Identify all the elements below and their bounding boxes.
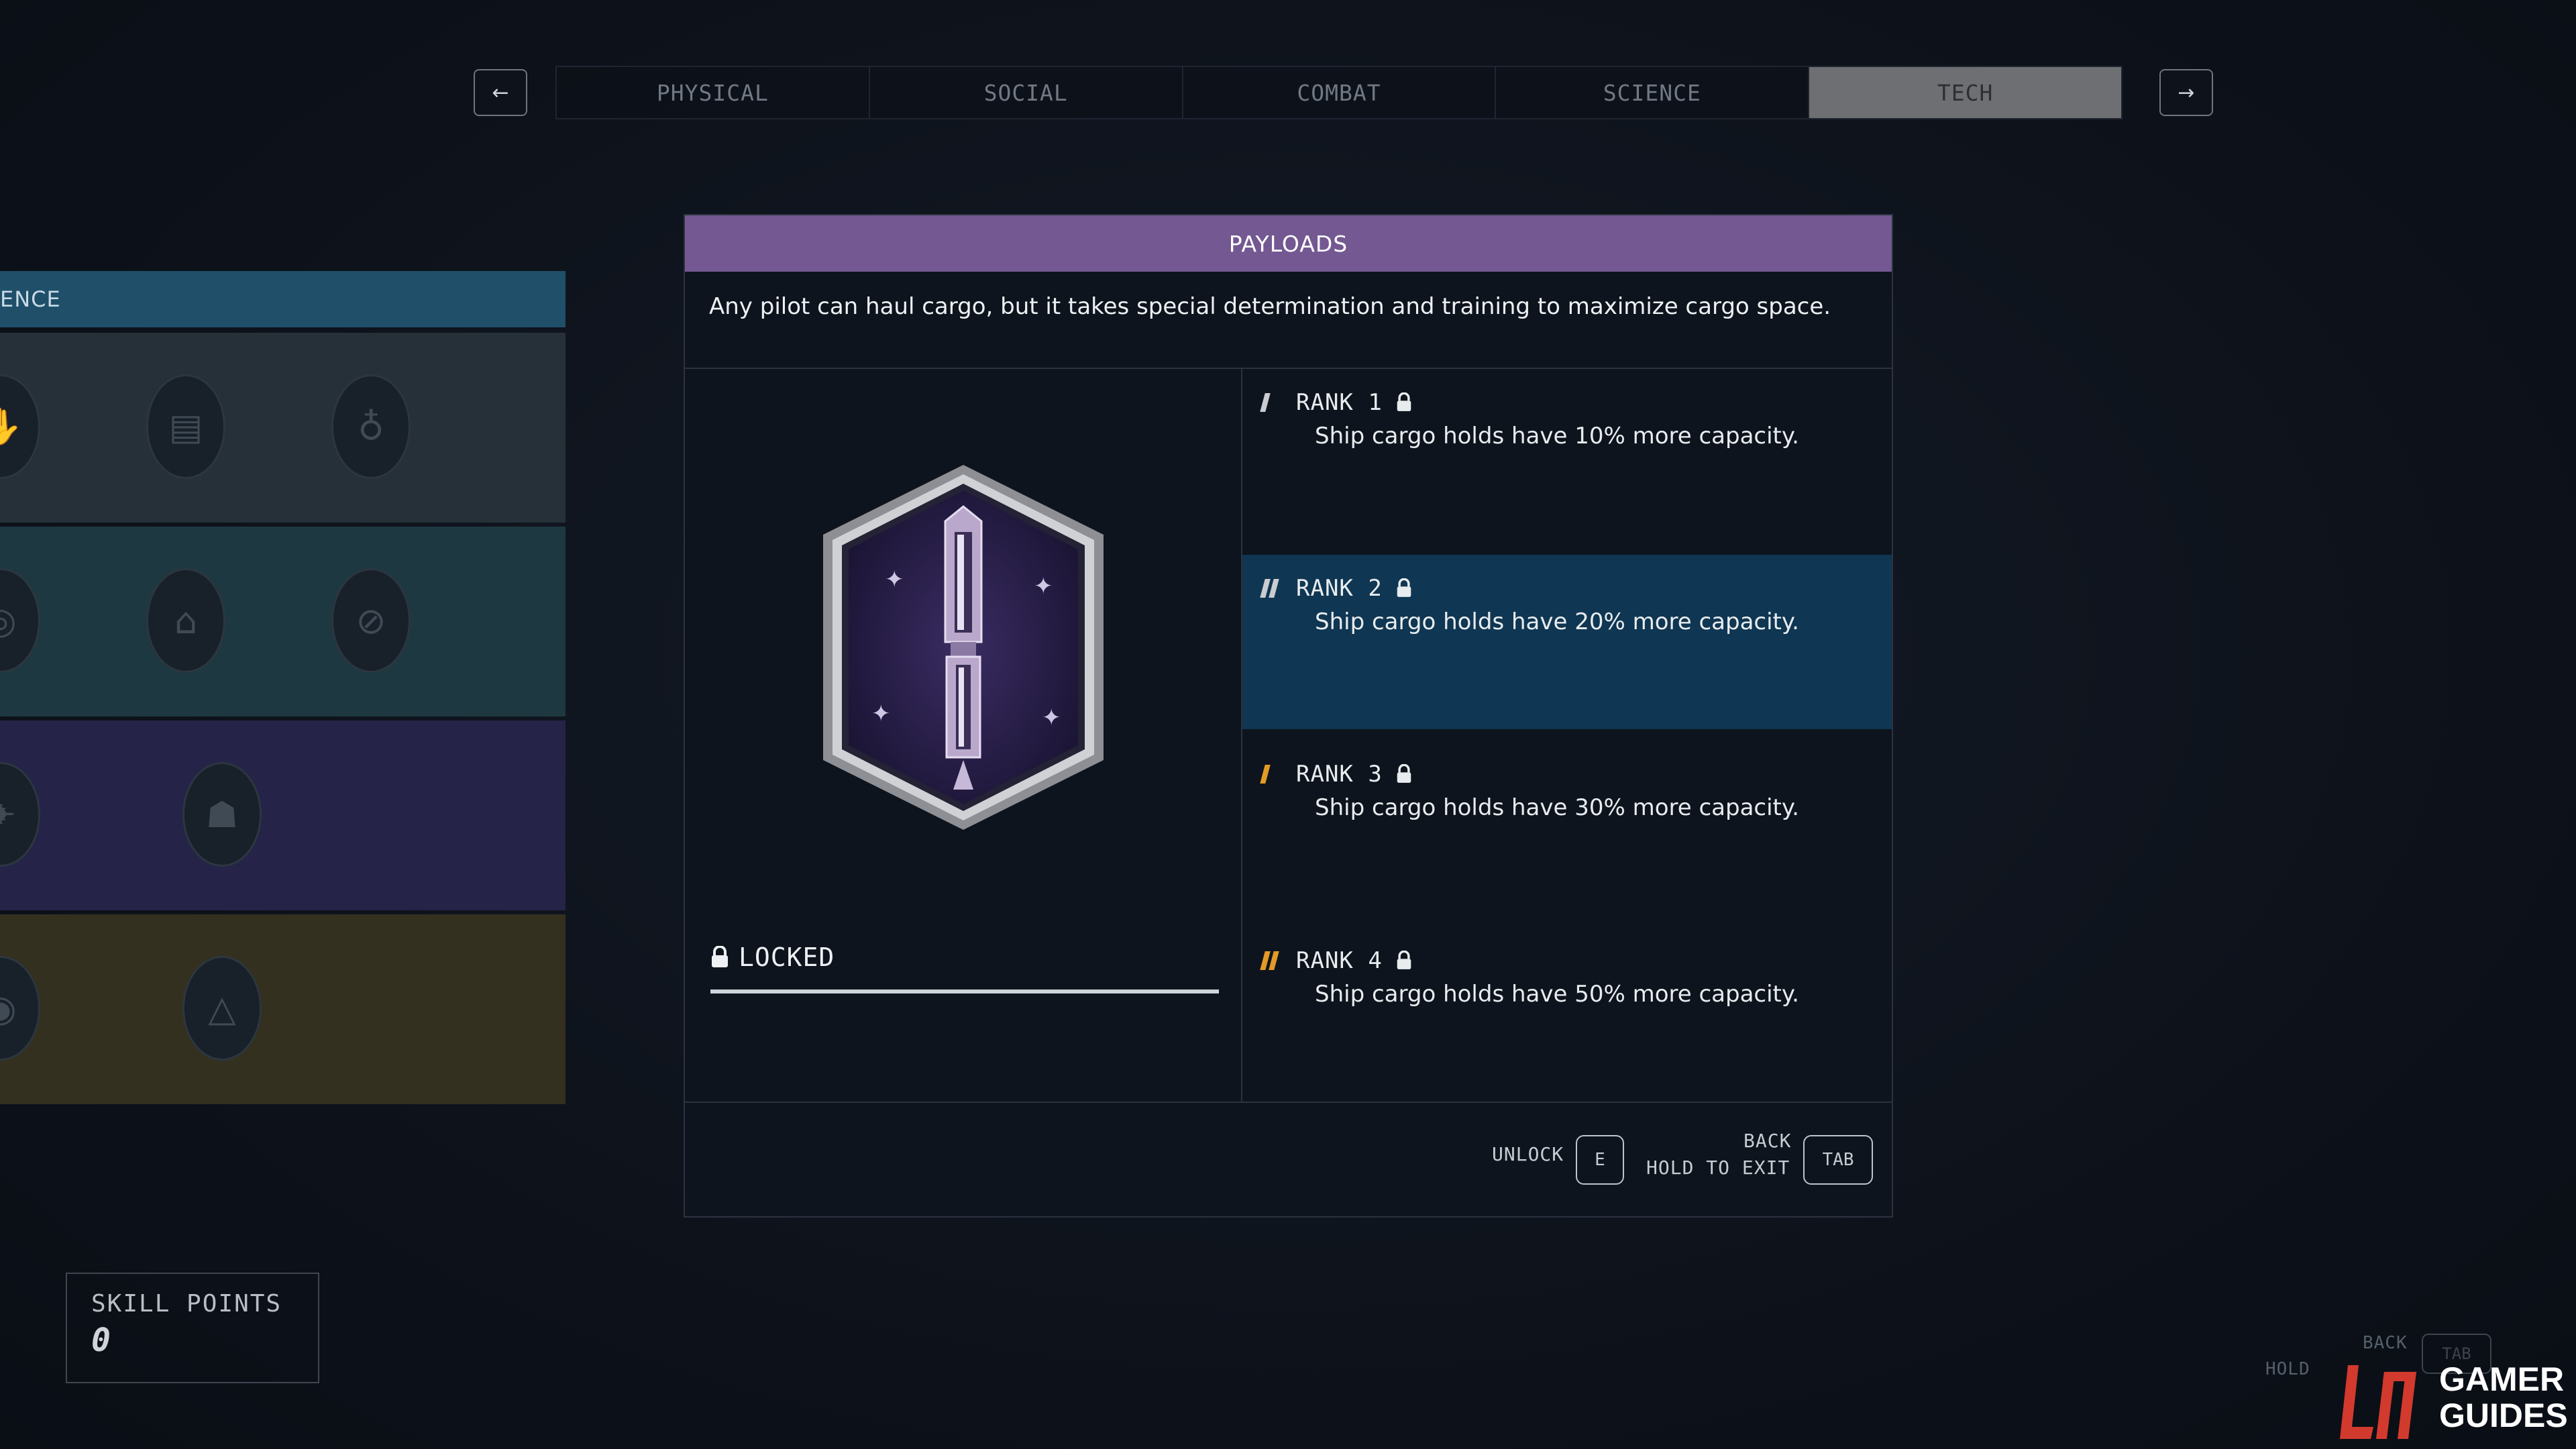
rank-label: RANK 2	[1296, 575, 1383, 602]
skill-description: Any pilot can haul cargo, but it takes s…	[685, 272, 1892, 369]
gamer-guides-logo-icon	[2340, 1365, 2416, 1439]
rank-pip	[1260, 765, 1271, 784]
tab-social[interactable]: SOCIAL	[869, 67, 1183, 118]
gamer-guides-watermark: GAMER GUIDES	[2333, 1345, 2576, 1449]
skill-node-icon[interactable]: △	[182, 956, 262, 1061]
rank-description: Ship cargo holds have 20% more capacity.	[1315, 608, 1799, 635]
skill-tree: ENCE ✋ ▤ ♁ ◎ ⌂ ⊘ ✈ ☗ ◉ △	[0, 271, 566, 1104]
skill-title: PAYLOADS	[1228, 230, 1348, 257]
skill-points-label: SKILL POINTS	[91, 1290, 282, 1318]
skill-node-icon[interactable]: ☗	[182, 762, 262, 867]
back-key-label: TAB	[1822, 1150, 1854, 1170]
rank-pip	[1269, 579, 1279, 598]
unlock-key-label: E	[1595, 1150, 1605, 1170]
back-label: BACK	[1743, 1130, 1792, 1152]
rank-pip-icon	[1260, 393, 1287, 412]
svg-text:✦: ✦	[871, 700, 891, 727]
skill-category-tabs: PHYSICAL SOCIAL COMBAT SCIENCE TECH	[555, 66, 2123, 119]
rank-list: RANK 1 Ship cargo holds have 10% more ca…	[1242, 369, 1892, 1102]
unlock-key-button[interactable]: E	[1576, 1135, 1624, 1185]
rank-label: RANK 4	[1296, 947, 1383, 974]
rank-2-row[interactable]: RANK 2 Ship cargo holds have 20% more ca…	[1242, 555, 1892, 729]
svg-text:✦: ✦	[1034, 573, 1053, 600]
lock-icon	[1397, 764, 1411, 783]
skill-node-icon[interactable]: ◎	[0, 568, 40, 673]
skill-node-icon[interactable]: ⌂	[146, 568, 225, 673]
skill-tree-tier-2: ◎ ⌂ ⊘	[0, 527, 566, 716]
tab-science[interactable]: SCIENCE	[1496, 67, 1810, 118]
skill-tree-title: ENCE	[0, 286, 61, 312]
skill-badge-column: ✦ ✦ ✦ ✦ LOCKED	[685, 369, 1242, 1102]
panel-footer: UNLOCK E BACK HOLD TO EXIT TAB	[685, 1103, 1892, 1218]
rank-pip-icon	[1260, 765, 1287, 784]
svg-text:✦: ✦	[885, 566, 904, 593]
rank-pip-icon	[1260, 951, 1287, 970]
payloads-badge-icon: ✦ ✦ ✦ ✦	[823, 465, 1104, 830]
lock-icon	[1397, 578, 1411, 597]
rank-1-row[interactable]: RANK 1 Ship cargo holds have 10% more ca…	[1242, 369, 1892, 555]
skill-tree-tier-3: ✈ ☗	[0, 720, 566, 910]
rank-pip	[1269, 951, 1279, 970]
rank-description: Ship cargo holds have 50% more capacity.	[1315, 981, 1799, 1008]
hold-to-exit-label: HOLD TO EXIT	[1646, 1157, 1790, 1179]
skill-progress-bar	[710, 989, 1219, 994]
unlock-label: UNLOCK	[1492, 1143, 1564, 1165]
skill-points-box: SKILL POINTS 0	[66, 1273, 319, 1383]
lock-icon	[1397, 951, 1411, 969]
skill-detail-body: ✦ ✦ ✦ ✦ LOCKED RANK 1 Ship cargo holds h…	[685, 369, 1892, 1103]
skill-status: LOCKED	[710, 943, 835, 972]
skill-tree-tier-4: ◉ △	[0, 914, 566, 1104]
rank-description: Ship cargo holds have 10% more capacity.	[1315, 423, 1799, 449]
lock-icon	[1397, 392, 1411, 411]
skill-node-icon[interactable]: ✋	[0, 374, 40, 479]
watermark-line-2: GUIDES	[2439, 1397, 2568, 1434]
skill-node-icon[interactable]: ◉	[0, 956, 40, 1061]
rank-label: RANK 1	[1296, 389, 1383, 416]
next-category-button[interactable]: →	[2159, 69, 2213, 116]
skill-tree-header: ENCE	[0, 271, 566, 327]
rank-pip-icon	[1260, 579, 1287, 598]
rank-label: RANK 3	[1296, 761, 1383, 788]
back-key-button[interactable]: TAB	[1803, 1135, 1873, 1185]
arrow-left-icon: ←	[492, 80, 509, 105]
skill-node-icon[interactable]: ▤	[146, 374, 225, 479]
skill-node-icon[interactable]: ⊘	[331, 568, 411, 673]
watermark-line-1: GAMER	[2439, 1360, 2565, 1398]
rank-4-row[interactable]: RANK 4 Ship cargo holds have 50% more ca…	[1242, 927, 1892, 1113]
tab-tech[interactable]: TECH	[1809, 67, 2121, 118]
svg-text:✦: ✦	[1042, 704, 1061, 731]
skill-title-bar: PAYLOADS	[685, 215, 1892, 272]
rank-pip	[1260, 393, 1271, 412]
arrow-right-icon: →	[2178, 80, 2195, 105]
prev-category-button[interactable]: ←	[474, 69, 527, 116]
skill-node-icon[interactable]: ✈	[0, 762, 40, 867]
lock-icon	[712, 946, 728, 967]
skill-points-value: 0	[91, 1322, 111, 1359]
tab-physical[interactable]: PHYSICAL	[557, 67, 870, 118]
skill-tree-tier-1: ✋ ▤ ♁	[0, 333, 566, 523]
tab-combat[interactable]: COMBAT	[1183, 67, 1497, 118]
skill-status-label: LOCKED	[739, 943, 835, 972]
background-hold-hint: HOLD	[2265, 1359, 2310, 1379]
skill-detail-panel: PAYLOADS Any pilot can haul cargo, but i…	[684, 214, 1893, 1218]
rank-description: Ship cargo holds have 30% more capacity.	[1315, 794, 1799, 821]
skill-node-icon[interactable]: ♁	[331, 374, 411, 479]
rank-3-row[interactable]: RANK 3 Ship cargo holds have 30% more ca…	[1242, 741, 1892, 926]
